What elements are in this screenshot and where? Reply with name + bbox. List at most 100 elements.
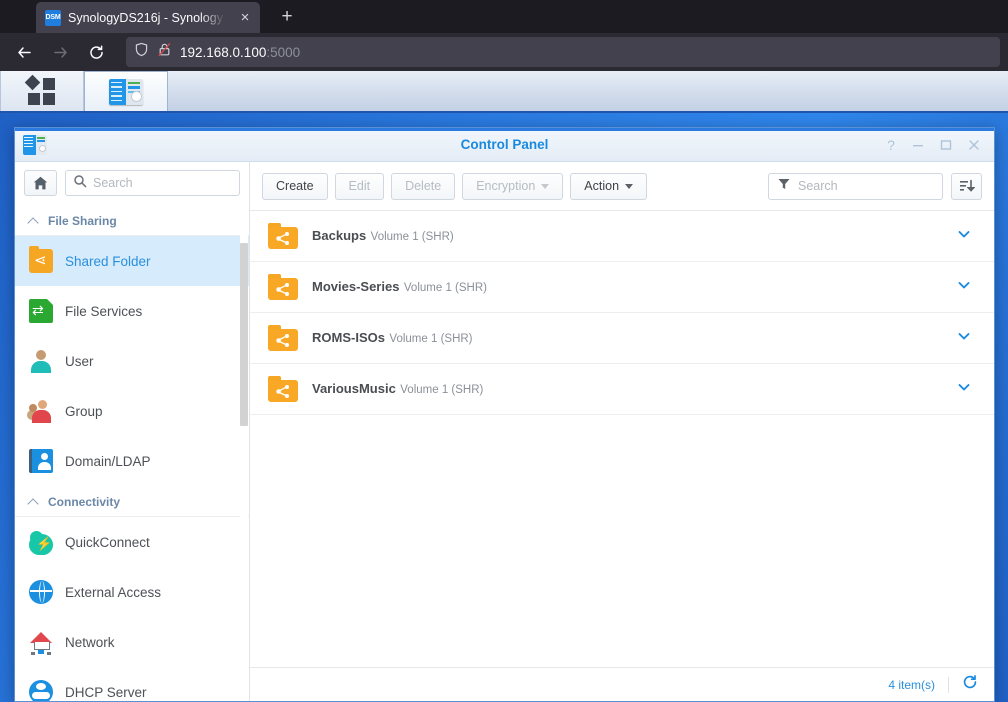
dhcp-server-icon xyxy=(29,680,53,701)
dsm-desktop: Manager Control Panel ? xyxy=(0,71,1008,702)
browser-navigation-bar: 192.168.0.100:5000 xyxy=(0,33,1008,71)
window-title-bar[interactable]: Control Panel ? xyxy=(15,128,994,162)
sidebar-item-quickconnect[interactable]: QuickConnect xyxy=(15,517,249,567)
sidebar-item-domain-ldap[interactable]: Domain/LDAP xyxy=(15,436,249,486)
sidebar-item-label: Shared Folder xyxy=(65,253,151,269)
encryption-button-label: Encryption xyxy=(476,179,536,193)
create-button-label: Create xyxy=(276,179,314,193)
url-text: 192.168.0.100:5000 xyxy=(180,45,300,60)
reload-icon[interactable] xyxy=(80,37,112,67)
expand-row-chevron-down-icon[interactable] xyxy=(956,277,972,298)
help-button[interactable]: ? xyxy=(884,138,898,152)
shared-folder-toolbar: Create Edit Delete Encryption Action xyxy=(250,162,994,210)
url-port: :5000 xyxy=(266,44,301,60)
table-row[interactable]: ROMS-ISOs Volume 1 (SHR) xyxy=(250,313,994,364)
control-panel-window-icon xyxy=(23,134,47,155)
sidebar-group-file-sharing[interactable]: File Sharing xyxy=(15,205,249,236)
sort-button[interactable] xyxy=(951,172,982,200)
folder-name: Backups xyxy=(312,227,367,243)
control-panel-sidebar: File Sharing Shared Folder File Services xyxy=(15,162,250,701)
url-host: 192.168.0.100 xyxy=(180,44,267,60)
divider xyxy=(948,676,949,693)
sidebar-scrollbar-thumb[interactable] xyxy=(240,243,248,426)
edit-button-label: Edit xyxy=(348,179,371,193)
sidebar-item-label: Network xyxy=(65,634,115,650)
toolbar-right-group xyxy=(768,172,982,200)
table-row[interactable]: Backups Volume 1 (SHR) xyxy=(250,211,994,262)
sidebar-group-connectivity[interactable]: Connectivity xyxy=(15,486,249,517)
window-body: File Sharing Shared Folder File Services xyxy=(15,162,994,701)
folder-name: ROMS-ISOs xyxy=(312,329,385,345)
sidebar-item-label: Domain/LDAP xyxy=(65,453,151,469)
table-row[interactable]: Movies-Series Volume 1 (SHR) xyxy=(250,262,994,313)
folder-location: Volume 1 (SHR) xyxy=(403,281,487,294)
delete-button: Delete xyxy=(391,172,456,200)
chevron-down-icon xyxy=(541,183,550,189)
folder-filter-box[interactable] xyxy=(768,172,943,200)
expand-row-chevron-down-icon[interactable] xyxy=(956,379,972,400)
filter-funnel-icon xyxy=(777,177,791,196)
expand-row-chevron-down-icon[interactable] xyxy=(956,226,972,247)
folder-name: VariousMusic xyxy=(312,380,396,396)
sidebar-item-network[interactable]: Network xyxy=(15,617,249,667)
close-button[interactable] xyxy=(968,139,982,151)
shared-folder-list: Backups Volume 1 (SHR) Movies-Series Vol… xyxy=(250,210,994,667)
apps-grid-icon xyxy=(24,74,57,106)
user-icon xyxy=(29,349,53,373)
sidebar-item-label: DHCP Server xyxy=(65,684,147,700)
sidebar-item-label: File Services xyxy=(65,303,143,319)
folder-info: Backups Volume 1 (SHR) xyxy=(312,227,942,246)
table-row[interactable]: VariousMusic Volume 1 (SHR) xyxy=(250,364,994,415)
taskbar-apps-button[interactable] xyxy=(0,71,84,111)
url-bar[interactable]: 192.168.0.100:5000 xyxy=(126,37,1000,67)
group-icon xyxy=(29,399,53,423)
sidebar-search-box[interactable] xyxy=(65,170,240,196)
action-menu-button[interactable]: Action xyxy=(570,172,648,200)
search-icon xyxy=(73,174,87,193)
new-tab-button[interactable]: + xyxy=(272,2,302,32)
expand-row-chevron-down-icon[interactable] xyxy=(956,328,972,349)
chevron-up-icon xyxy=(29,216,39,226)
sidebar-search-input[interactable] xyxy=(93,176,232,190)
taskbar-control-panel-button[interactable] xyxy=(84,71,168,111)
tracking-protection-shield-icon[interactable] xyxy=(134,42,149,62)
home-button[interactable] xyxy=(24,170,57,196)
window-controls: ? xyxy=(884,138,988,152)
sidebar-item-file-services[interactable]: File Services xyxy=(15,286,249,336)
control-panel-window: Control Panel ? Search File Sharing ⋖ Sh… xyxy=(14,127,995,702)
close-icon[interactable]: × xyxy=(236,9,254,27)
sidebar-item-shared-folder[interactable]: Shared Folder xyxy=(15,236,249,286)
encryption-menu-button: Encryption xyxy=(462,172,564,200)
sidebar-item-user[interactable]: User xyxy=(15,336,249,386)
sidebar-item-label: Group xyxy=(65,403,103,419)
sidebar-item-dhcp-server[interactable]: DHCP Server xyxy=(15,667,249,701)
folder-location: Volume 1 (SHR) xyxy=(400,383,484,396)
create-button[interactable]: Create xyxy=(262,172,328,200)
back-arrow-icon[interactable] xyxy=(8,37,40,67)
edit-button: Edit xyxy=(334,172,385,200)
maximize-button[interactable] xyxy=(940,139,954,151)
control-panel-main: Create Edit Delete Encryption Action Sea… xyxy=(250,162,994,701)
browser-tab-strip: DSM SynologyDS216j - Synology DiskStatio… xyxy=(0,0,1008,33)
home-icon xyxy=(33,176,48,189)
folder-info: VariousMusic Volume 1 (SHR) xyxy=(312,380,942,399)
folder-name: Movies-Series xyxy=(312,278,400,294)
folder-location: Volume 1 (SHR) xyxy=(389,332,473,345)
minimize-button[interactable] xyxy=(912,139,926,151)
sort-descending-icon xyxy=(959,179,975,192)
domain-ldap-icon xyxy=(29,449,53,473)
shared-folder-icon xyxy=(29,246,53,273)
file-services-icon xyxy=(29,299,53,323)
browser-tab[interactable]: DSM SynologyDS216j - Synology DiskStatio… xyxy=(36,2,260,33)
status-bar: 4 item(s) xyxy=(250,667,994,701)
control-panel-icon xyxy=(109,78,143,105)
sidebar-group-label: File Sharing xyxy=(48,214,117,228)
folder-location: Volume 1 (SHR) xyxy=(370,230,454,243)
sidebar-item-group[interactable]: Group xyxy=(15,386,249,436)
insecure-connection-icon[interactable] xyxy=(157,42,172,62)
folder-filter-input[interactable] xyxy=(798,179,934,193)
refresh-button[interactable] xyxy=(962,674,978,695)
sidebar-item-external-access[interactable]: External Access xyxy=(15,567,249,617)
sidebar-scrollbar[interactable] xyxy=(240,205,248,701)
sidebar-scroll-area: File Sharing Shared Folder File Services xyxy=(15,205,249,701)
